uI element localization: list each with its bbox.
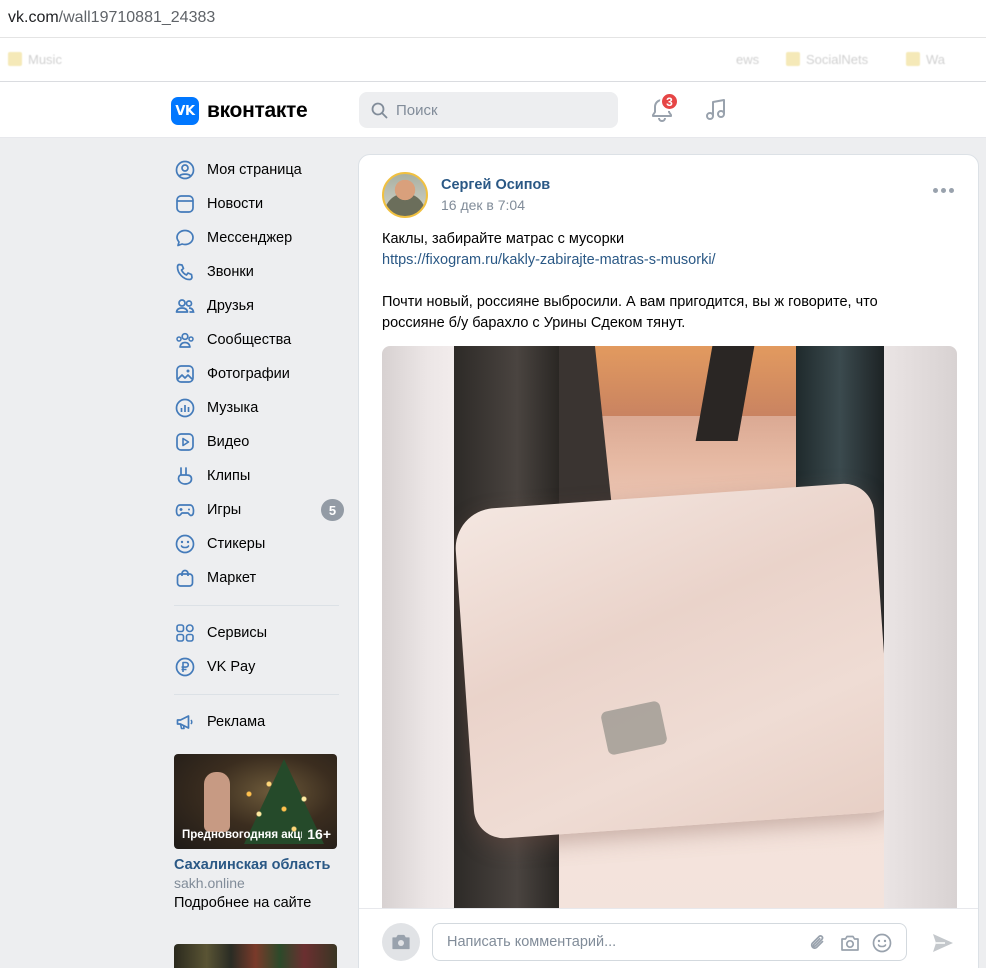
- bookmarks-bar: Music ews SocialNets Wa: [0, 38, 986, 82]
- smile-icon: [175, 534, 195, 554]
- sidebar-divider: [174, 694, 339, 695]
- attach-icon[interactable]: [807, 932, 829, 954]
- vk-logo[interactable]: VK вконтакте: [171, 97, 308, 125]
- sidebar-item-music[interactable]: Музыка: [172, 391, 347, 425]
- games-icon: [175, 504, 195, 517]
- sidebar-item-messenger[interactable]: Мессенджер: [172, 221, 347, 255]
- author-avatar[interactable]: [382, 172, 428, 218]
- ad-age-rating: 16+: [307, 826, 331, 842]
- comment-bar: [359, 908, 978, 968]
- folder-icon: [8, 52, 22, 66]
- phone-icon: [176, 263, 193, 281]
- url-text[interactable]: vk.com/wall19710881_24383: [8, 9, 215, 27]
- ad-title[interactable]: Сахалинская область: [174, 857, 337, 873]
- sidebar-item-stickers[interactable]: Стикеры: [172, 527, 347, 561]
- camera-icon: [392, 934, 410, 950]
- photo-mattress: [454, 481, 884, 841]
- video-icon: [176, 433, 194, 451]
- market-icon: [176, 569, 194, 587]
- commenter-avatar[interactable]: [382, 923, 420, 961]
- sidebar-item-photos[interactable]: Фотографии: [172, 357, 347, 391]
- post-text: Каклы, забирайте матрас с мусорки https:…: [382, 229, 942, 334]
- sidebar-ad[interactable]: Предновогодняя акция 16+ Сахалинская обл…: [174, 754, 337, 911]
- sidebar-item-video[interactable]: Видео: [172, 425, 347, 459]
- post-link[interactable]: https://fixogram.ru/kakly-zabirajte-matr…: [382, 250, 942, 271]
- sidebar-item-games[interactable]: Игры 5: [172, 493, 347, 527]
- post-date[interactable]: 16 дек в 7:04: [441, 197, 525, 213]
- message-icon: [176, 229, 194, 247]
- post-photo[interactable]: [382, 346, 957, 916]
- friends-icon: [175, 299, 195, 313]
- search-box[interactable]: [359, 92, 618, 128]
- sidebar-item-news[interactable]: Новости: [172, 187, 347, 221]
- url-host: vk.com: [8, 9, 59, 26]
- ruble-icon: [175, 657, 195, 677]
- emoji-icon[interactable]: [871, 932, 893, 954]
- communities-icon: [176, 332, 194, 348]
- search-icon: [371, 102, 388, 118]
- bookmark-item[interactable]: SocialNets: [786, 52, 868, 67]
- bookmark-item[interactable]: Music: [8, 52, 62, 67]
- comment-input[interactable]: [432, 923, 907, 961]
- more-options-icon[interactable]: [933, 188, 954, 193]
- ad-image[interactable]: Предновогодняя акция 16+: [174, 754, 337, 849]
- sidebar-item-vk-pay[interactable]: VK Pay: [172, 650, 347, 684]
- sidebar-item-services[interactable]: Сервисы: [172, 616, 347, 650]
- ad-caption: Предновогодняя акция: [182, 829, 302, 841]
- sidebar-item-my-page[interactable]: Моя страница: [172, 153, 347, 187]
- browser-address-bar[interactable]: vk.com/wall19710881_24383: [0, 0, 986, 38]
- bookmark-item[interactable]: ews: [736, 52, 759, 67]
- music-icon: [175, 398, 195, 418]
- camera-icon[interactable]: [839, 932, 861, 954]
- bookmark-item[interactable]: Wa: [906, 52, 945, 67]
- send-icon[interactable]: [931, 931, 955, 955]
- vk-logo-icon: VK: [171, 97, 199, 125]
- post-paragraph: Почти новый, россияне выбросили. А вам п…: [382, 294, 878, 331]
- folder-icon: [906, 52, 920, 66]
- sidebar-item-market[interactable]: Маркет: [172, 561, 347, 595]
- child-figure: [204, 772, 230, 832]
- sidebar-divider: [174, 605, 339, 606]
- user-circle-icon: [175, 160, 195, 180]
- games-count-badge: 5: [321, 499, 344, 521]
- post-text-line: Каклы, забирайте матрас с мусорки: [382, 231, 625, 247]
- sidebar-item-ads[interactable]: Реклама: [172, 705, 347, 739]
- photo-icon: [176, 365, 194, 383]
- news-icon: [176, 195, 194, 213]
- ad-domain: sakh.online: [174, 875, 245, 891]
- sidebar-item-clips[interactable]: Клипы: [172, 459, 347, 493]
- vk-header: VK вконтакте: [0, 82, 986, 138]
- left-sidebar: Моя страница Новости Мессенджер Звонки Д…: [172, 153, 347, 739]
- wall-post: Сергей Осипов 16 дек в 7:04 Каклы, забир…: [358, 154, 979, 968]
- notifications-badge: 3: [660, 92, 679, 111]
- clips-icon: [177, 467, 193, 485]
- photo-content: [454, 346, 884, 916]
- sidebar-item-communities[interactable]: Сообщества: [172, 323, 347, 357]
- folder-icon: [786, 52, 800, 66]
- music-note-icon[interactable]: [702, 96, 730, 124]
- sidebar-ad-2-image[interactable]: [174, 944, 337, 968]
- search-input[interactable]: [396, 101, 596, 119]
- logo-text: вконтакте: [207, 99, 308, 122]
- services-icon: [176, 624, 194, 642]
- megaphone-icon: [176, 715, 193, 730]
- ad-more-link[interactable]: Подробнее на сайте: [174, 895, 337, 911]
- post-author[interactable]: Сергей Осипов: [441, 177, 550, 193]
- sidebar-item-calls[interactable]: Звонки: [172, 255, 347, 289]
- sidebar-item-friends[interactable]: Друзья: [172, 289, 347, 323]
- url-path: /wall19710881_24383: [58, 9, 216, 26]
